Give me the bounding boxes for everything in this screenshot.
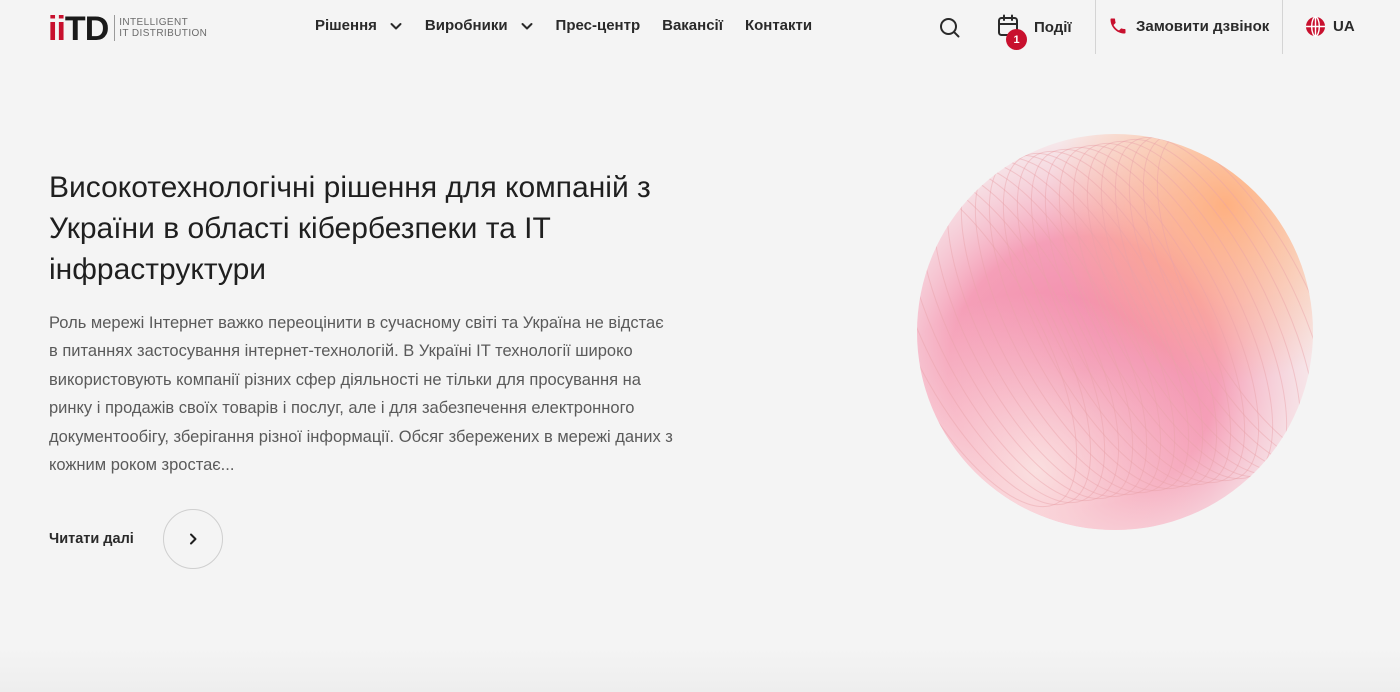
nav-item-label: Вакансії: [662, 17, 723, 34]
chevron-down-icon: [390, 22, 402, 29]
header-divider: [1282, 0, 1283, 54]
read-more-button[interactable]: [162, 509, 223, 569]
request-call-button[interactable]: Замовити дзвінок: [1108, 16, 1269, 36]
logo[interactable]: i i T D INTELLIGENT IT DISTRIBUTION: [48, 10, 207, 48]
nav-item-label: Прес-центр: [555, 17, 641, 34]
section-divider-shade: [0, 648, 1400, 692]
hero-title: Високотехнологічні рішення для компаній …: [49, 171, 651, 286]
read-more-link[interactable]: Читати далі: [49, 509, 223, 569]
events-count-badge: 1: [1006, 29, 1027, 50]
nav-item-contacts[interactable]: Контакти: [745, 17, 812, 34]
language-label: UA: [1333, 18, 1355, 35]
site-header: i i T D INTELLIGENT IT DISTRIBUTION Ріше…: [0, 0, 1400, 54]
logo-mark: i i T D: [48, 10, 110, 48]
logo-text: INTELLIGENT IT DISTRIBUTION: [114, 15, 207, 41]
phone-icon: [1110, 18, 1126, 34]
search-icon[interactable]: [938, 16, 962, 40]
globe-icon: [1305, 16, 1326, 37]
logo-letter: T: [64, 10, 86, 48]
nav-item-label: Рішення: [315, 17, 377, 34]
calendar-icon-wrapper: 1: [997, 14, 1027, 50]
logo-line-1: INTELLIGENT: [119, 17, 189, 28]
nav-item-press-center[interactable]: Прес-центр: [556, 17, 641, 34]
hero-sphere-illustration: [917, 134, 1313, 530]
events-label: Події: [1034, 18, 1072, 36]
language-switcher[interactable]: UA: [1305, 16, 1355, 37]
logo-letter: i: [48, 10, 58, 48]
request-call-label: Замовити дзвінок: [1136, 17, 1270, 35]
nav-item-solutions[interactable]: Рішення: [315, 17, 403, 34]
main-nav: Рішення Виробники Прес-центр Вакансії Ко…: [315, 17, 834, 34]
chevron-down-icon: [521, 22, 533, 29]
nav-item-label: Виробники: [424, 17, 508, 34]
logo-letter: D: [84, 10, 110, 48]
hero-description: Роль мережі Інтернет важко переоцінити в…: [49, 314, 673, 475]
chevron-right-icon: [189, 533, 197, 545]
events-link[interactable]: 1 Події: [997, 14, 1072, 50]
header-divider: [1095, 0, 1096, 54]
nav-item-vacancies[interactable]: Вакансії: [662, 17, 723, 34]
page: i i T D INTELLIGENT IT DISTRIBUTION Ріше…: [0, 0, 1400, 692]
nav-item-vendors[interactable]: Виробники: [425, 17, 534, 34]
logo-line-2: IT DISTRIBUTION: [119, 28, 208, 39]
read-more-label: Читати далі: [49, 531, 134, 547]
logo-letter: i: [56, 10, 66, 48]
nav-item-label: Контакти: [744, 17, 813, 34]
